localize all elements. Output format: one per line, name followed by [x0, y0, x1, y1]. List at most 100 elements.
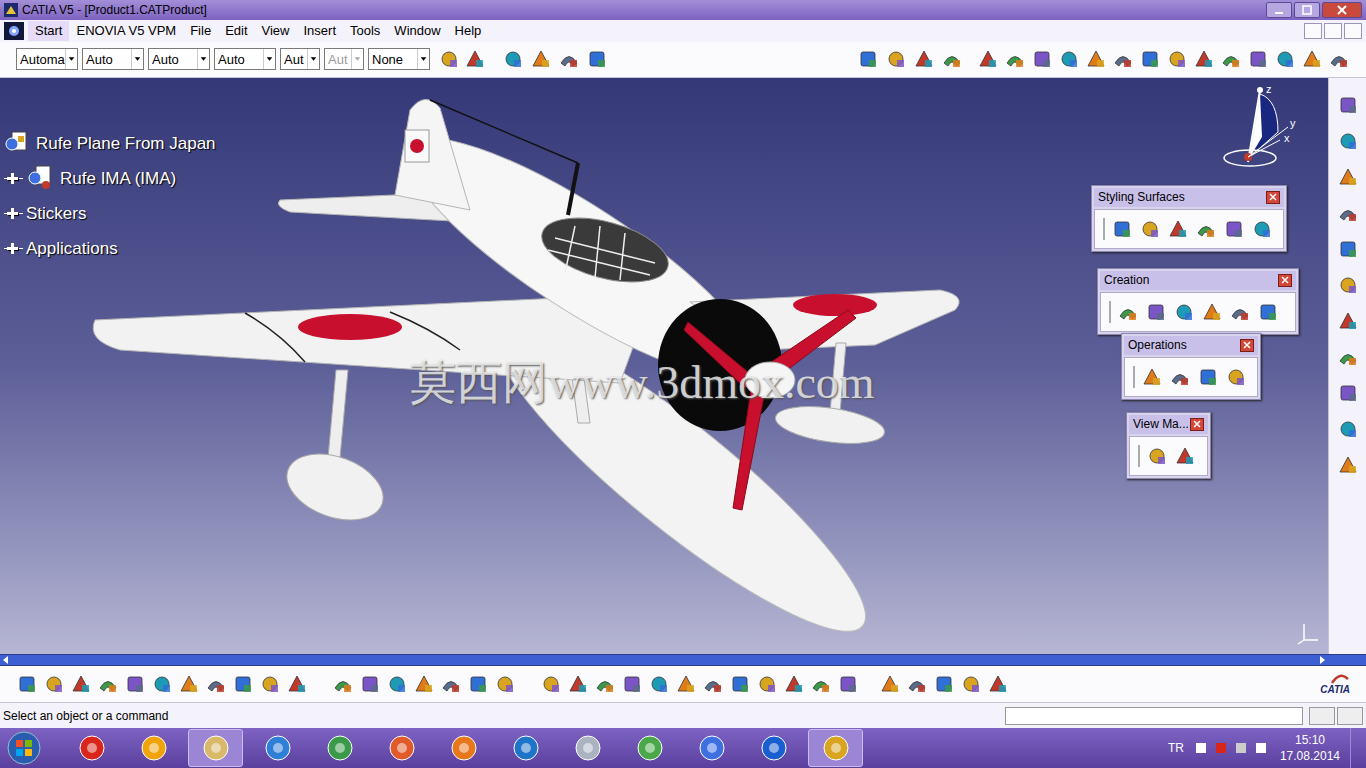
tool-icon[interactable] [1220, 48, 1242, 70]
taskbar-app-button[interactable] [684, 729, 739, 767]
tool-icon[interactable] [440, 673, 462, 695]
menu-item[interactable]: Insert [296, 21, 343, 41]
tool-icon[interactable] [178, 673, 200, 695]
close-button[interactable] [1278, 274, 1292, 287]
language-indicator[interactable]: TR [1168, 739, 1184, 757]
taskbar-app-button[interactable] [436, 729, 491, 767]
tool-icon[interactable] [1328, 48, 1350, 70]
tool-icon[interactable] [1111, 218, 1133, 240]
menu-item[interactable]: File [183, 21, 218, 41]
tool-icon[interactable] [810, 673, 832, 695]
command-input[interactable] [1005, 707, 1303, 725]
tool-icon[interactable] [438, 48, 460, 70]
taskbar-app-button[interactable] [250, 729, 305, 767]
taskbar-app-button[interactable] [808, 729, 863, 767]
tool-icon[interactable] [1223, 218, 1245, 240]
tool-icon[interactable] [1085, 48, 1107, 70]
tool-icon[interactable] [621, 673, 643, 695]
tool-icon[interactable] [1337, 166, 1359, 188]
tool-icon[interactable] [906, 673, 928, 695]
tool-icon[interactable] [1337, 310, 1359, 332]
tool-icon[interactable] [413, 673, 435, 695]
tool-icon[interactable] [494, 673, 516, 695]
taskbar-app-button[interactable] [746, 729, 801, 767]
tool-icon[interactable] [1117, 301, 1139, 323]
tool-icon[interactable] [1337, 454, 1359, 476]
tool-icon[interactable] [1193, 48, 1215, 70]
taskbar-app-button[interactable] [374, 729, 429, 767]
taskbar-app-button[interactable] [498, 729, 553, 767]
tool-icon[interactable] [540, 673, 562, 695]
tool-icon[interactable] [151, 673, 173, 695]
tool-icon[interactable] [586, 48, 608, 70]
taskbar-app-button[interactable] [64, 729, 119, 767]
tool-icon[interactable] [1251, 218, 1273, 240]
tool-icon[interactable] [837, 673, 859, 695]
menu-item[interactable]: ENOVIA V5 VPM [69, 21, 183, 41]
tool-icon[interactable] [1337, 382, 1359, 404]
tool-icon[interactable] [1337, 346, 1359, 368]
tree-expander[interactable] [7, 243, 18, 254]
tool-icon[interactable] [124, 673, 146, 695]
tool-icon[interactable] [1337, 274, 1359, 296]
document-window-button[interactable] [1304, 23, 1322, 39]
tool-icon[interactable] [1058, 48, 1080, 70]
tray-icon[interactable] [1194, 741, 1208, 755]
taskbar-app-button[interactable] [188, 729, 243, 767]
tool-icon[interactable] [43, 673, 65, 695]
floating-toolbar-title[interactable]: Operations [1124, 336, 1258, 355]
taskbar-app-button[interactable] [560, 729, 615, 767]
scroll-left-icon[interactable] [0, 655, 12, 665]
tool-icon[interactable] [1141, 366, 1163, 388]
tree-item[interactable]: Stickers [4, 196, 216, 231]
tree-item[interactable]: Rufe Plane From Japan [4, 126, 216, 161]
tool-icon[interactable] [1337, 94, 1359, 116]
tool-icon[interactable] [1139, 48, 1161, 70]
graphic-properties-dropdown[interactable]: Automa [16, 48, 78, 70]
tool-icon[interactable] [941, 48, 963, 70]
tool-icon[interactable] [1031, 48, 1053, 70]
tool-icon[interactable] [1166, 48, 1188, 70]
menu-item[interactable]: Help [448, 21, 489, 41]
status-button[interactable] [1309, 707, 1335, 725]
tool-icon[interactable] [332, 673, 354, 695]
tool-icon[interactable] [530, 48, 552, 70]
document-window-button[interactable] [1344, 23, 1362, 39]
floating-toolbar-title[interactable]: Styling Surfaces [1094, 188, 1284, 207]
graphic-properties-dropdown[interactable]: None [368, 48, 430, 70]
tool-icon[interactable] [594, 673, 616, 695]
close-button[interactable] [1266, 191, 1280, 204]
tool-icon[interactable] [879, 673, 901, 695]
tool-icon[interactable] [97, 673, 119, 695]
tool-icon[interactable] [567, 673, 589, 695]
menu-item[interactable]: Window [387, 21, 447, 41]
tool-icon[interactable] [467, 673, 489, 695]
tool-icon[interactable] [232, 673, 254, 695]
tool-icon[interactable] [648, 673, 670, 695]
tool-icon[interactable] [205, 673, 227, 695]
tool-icon[interactable] [286, 673, 308, 695]
document-window-button[interactable] [1324, 23, 1342, 39]
tool-icon[interactable] [1146, 445, 1168, 467]
window-min-button[interactable] [1266, 2, 1292, 18]
show-desktop-button[interactable] [1350, 728, 1362, 768]
tool-icon[interactable] [70, 673, 92, 695]
close-button[interactable] [1190, 418, 1204, 431]
tool-icon[interactable] [386, 673, 408, 695]
graphic-properties-dropdown[interactable]: Auto [148, 48, 210, 70]
tool-icon[interactable] [857, 48, 879, 70]
tool-icon[interactable] [1139, 218, 1161, 240]
tool-icon[interactable] [1145, 301, 1167, 323]
taskbar-app-button[interactable] [312, 729, 367, 767]
tree-item[interactable]: Applications [4, 231, 216, 266]
graphic-properties-dropdown[interactable]: Auto [82, 48, 144, 70]
floating-toolbar[interactable]: Styling Surfaces [1091, 185, 1287, 252]
menu-item[interactable]: Tools [343, 21, 387, 41]
tool-icon[interactable] [1337, 202, 1359, 224]
tree-expander[interactable] [7, 173, 18, 184]
menu-item[interactable]: View [255, 21, 297, 41]
catia-menu-icon[interactable] [4, 22, 24, 40]
tool-icon[interactable] [464, 48, 486, 70]
menu-item[interactable]: Start [28, 21, 69, 41]
tool-icon[interactable] [1167, 218, 1189, 240]
